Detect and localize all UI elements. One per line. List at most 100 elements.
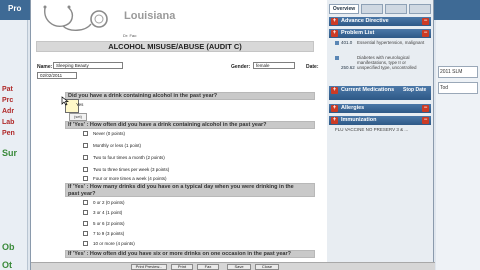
option-checkbox[interactable] (83, 155, 88, 160)
frequency-option[interactable]: Four or more times a week (4 points) (83, 176, 167, 181)
audit-c-dialog: Louisiana Dr: Fac: ALCOHOL MISUSE/ABUSE … (30, 0, 435, 270)
option-label: 5 or 6 (2 points) (93, 221, 125, 226)
frequency-option[interactable]: Two to four times a month (2 points) (83, 155, 165, 160)
background-nav-item[interactable]: Prc (2, 97, 13, 104)
date-label: Date: (306, 64, 319, 70)
name-label: Name: (37, 64, 53, 70)
question-drink-frequency: If 'Yes' : How often did you have a drin… (65, 121, 315, 129)
option-checkbox[interactable] (83, 176, 88, 181)
problem-code: 401.0 (341, 40, 353, 45)
option-label: Never (0 points) (93, 131, 126, 136)
question-line: If 'Yes' : How many drinks did you have … (68, 184, 294, 190)
fax-button[interactable]: Fax (197, 264, 219, 270)
drinks-option[interactable]: 3 or 4 (1 point) (83, 210, 122, 215)
drinks-option[interactable]: 10 or more (4 points) (83, 241, 135, 246)
stop-date-label: Stop Date (403, 87, 427, 93)
tab-2[interactable] (361, 4, 383, 14)
problem-item[interactable]: 250.62 Diabetes with neurological manife… (335, 55, 429, 81)
option-label: 10 or more (4 points) (93, 241, 135, 246)
stethoscope-logo-icon (43, 5, 108, 31)
problem-list-header[interactable]: + Problem List − (329, 29, 431, 38)
drinks-option[interactable]: 5 or 6 (2 points) (83, 221, 125, 226)
save-button[interactable]: Save (227, 264, 251, 270)
problem-description: Diabetes with neurological manifestation… (357, 55, 417, 70)
background-nav-item[interactable]: Lab (2, 119, 14, 126)
gender-field[interactable]: female (253, 62, 295, 69)
yes-label: Yes (76, 102, 84, 107)
background-nav-item[interactable]: Ot (2, 260, 12, 270)
problem-bullet-icon (335, 41, 339, 45)
tab-4[interactable] (409, 4, 431, 14)
immunization-item[interactable]: FLU VACCINE NO PRESERV 3 & ... (335, 127, 429, 132)
option-label: Two to four times a month (2 points) (93, 155, 165, 160)
allergies-label: Allergies (341, 105, 365, 111)
option-checkbox[interactable] (83, 143, 88, 148)
option-checkbox[interactable] (83, 241, 88, 246)
option-checkbox[interactable] (83, 167, 88, 172)
option-label: Four or more times a week (4 points) (93, 176, 167, 181)
background-right-snippet: Tod (438, 82, 478, 94)
background-nav-item[interactable]: Pat (2, 86, 13, 93)
name-field[interactable]: Sleeping Beauty (53, 62, 123, 69)
current-medications-header[interactable]: + Current Medications Stop Date (329, 86, 431, 100)
problem-code: 250.62 (341, 65, 355, 70)
background-left-nav: Pat Prc Adr Lab Pen Sur Ob Ot (0, 20, 28, 270)
expand-icon[interactable]: + (331, 117, 338, 124)
advance-directive-header[interactable]: + Advance Directive − (329, 17, 431, 26)
screen: Pro Pat Prc Adr Lab Pen Sur Ob Ot 2011 S… (0, 0, 480, 270)
mouse-cursor-icon (61, 96, 69, 106)
frequency-option[interactable]: Two to three times per week (3 points) (83, 167, 169, 172)
problem-description: Essential hypertension, malignant (357, 40, 425, 45)
close-button[interactable]: Close (255, 264, 279, 270)
collapse-icon[interactable]: − (422, 105, 429, 112)
option-label: 7 to 9 (3 points) (93, 231, 125, 236)
expand-icon[interactable]: + (331, 87, 338, 94)
tab-overview[interactable]: Overview (329, 4, 359, 14)
dialog-button-bar: Print Preview... Print Fax Save Close (31, 262, 435, 270)
option-label: 3 or 4 (1 point) (93, 210, 123, 215)
state-title: Louisiana (124, 10, 176, 22)
dr-fac-label: Dr: Fac: (123, 33, 138, 38)
problem-list-label: Problem List (341, 30, 375, 36)
background-nav-item[interactable]: Pen (2, 130, 15, 137)
form-area: Louisiana Dr: Fac: ALCOHOL MISUSE/ABUSE … (31, 0, 321, 262)
current-medications-label: Current Medications (341, 87, 395, 93)
frequency-option[interactable]: Never (0 points) (83, 131, 125, 136)
background-nav-item[interactable]: Ob (2, 242, 15, 252)
dob-field[interactable]: 02/02/2011 (37, 72, 77, 79)
drinks-option[interactable]: 0 or 2 (0 points) (83, 200, 125, 205)
drinks-option[interactable]: 7 to 9 (3 points) (83, 231, 124, 236)
background-nav-item[interactable]: Adr (2, 108, 14, 115)
patient-summary-panel: Overview + Advance Directive − + Problem… (327, 0, 433, 262)
question-six-or-more: If 'Yes' : How often did you have six or… (65, 250, 315, 258)
immunization-label: Immunization (341, 117, 377, 123)
form-title: ALCOHOL MISUSE/ABUSE (AUDIT C) (36, 41, 314, 52)
collapse-icon[interactable]: − (422, 117, 429, 124)
option-checkbox[interactable] (83, 231, 88, 236)
allergies-header[interactable]: + Allergies − (329, 104, 431, 113)
expand-icon[interactable]: + (331, 105, 338, 112)
option-checkbox[interactable] (83, 221, 88, 226)
tab-3[interactable] (385, 4, 407, 14)
collapse-icon[interactable]: − (422, 18, 429, 25)
expand-icon[interactable]: + (331, 30, 338, 37)
collapse-icon[interactable]: − (422, 30, 429, 37)
question-line: past year? (68, 191, 96, 197)
option-checkbox[interactable] (83, 131, 88, 136)
expand-icon[interactable]: + (331, 18, 338, 25)
background-app-title: Pro (8, 4, 22, 13)
background-nav-item[interactable]: Sur (2, 148, 17, 158)
print-preview-button[interactable]: Print Preview... (131, 264, 167, 270)
option-checkbox[interactable] (83, 200, 88, 205)
question-drinks-typical-day: If 'Yes' : How many drinks did you have … (65, 183, 315, 197)
immunization-header[interactable]: + Immunization − (329, 116, 431, 125)
advance-directive-label: Advance Directive (341, 18, 389, 24)
tooltip: (set) (69, 113, 87, 121)
form-header: Louisiana Dr: Fac: (31, 0, 321, 38)
option-label: Monthly or less (1 point) (93, 143, 142, 148)
frequency-option[interactable]: Monthly or less (1 point) (83, 143, 141, 148)
problem-item[interactable]: 401.0 Essential hypertension, malignant (335, 40, 429, 52)
option-checkbox[interactable] (83, 210, 88, 215)
print-button[interactable]: Print (171, 264, 193, 270)
option-label: Two to three times per week (3 points) (93, 167, 170, 172)
